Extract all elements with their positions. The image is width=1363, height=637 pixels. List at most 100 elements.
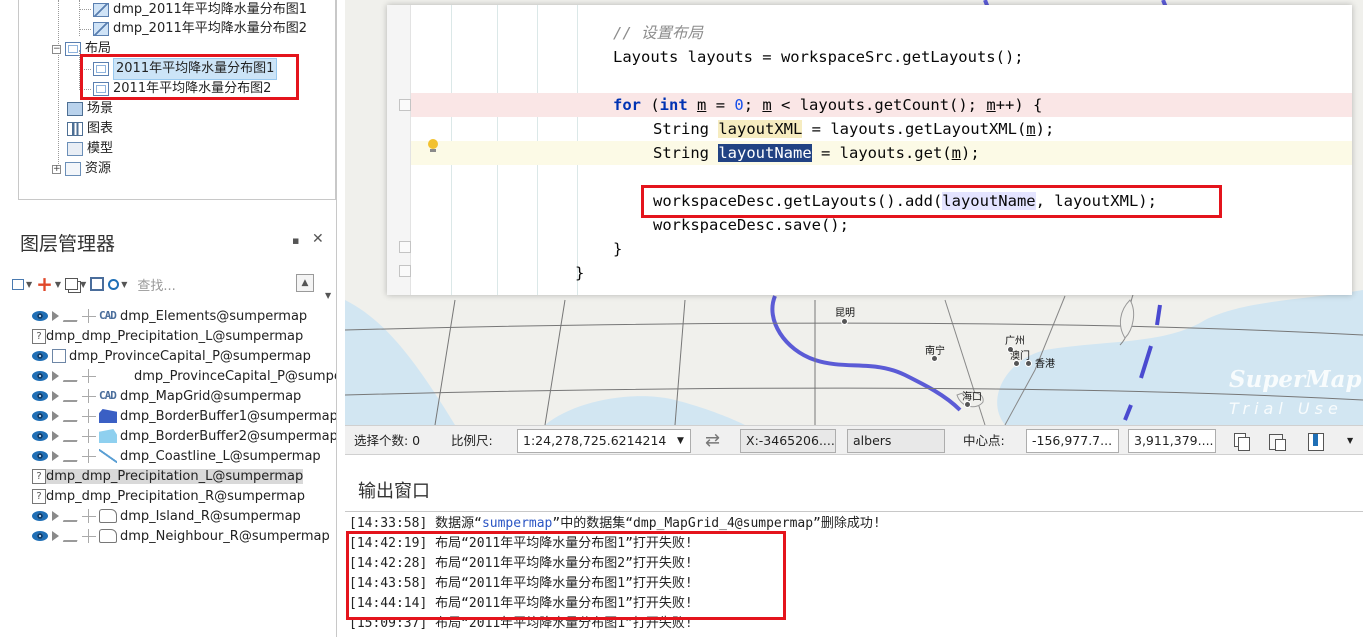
tree-item-layouts-folder[interactable]: − 布局 [52,39,111,59]
expand-icon[interactable]: + [52,164,61,174]
selectable-icon[interactable] [52,371,59,381]
selectable-icon[interactable] [52,451,59,461]
collapse-icon[interactable]: − [52,44,61,54]
tree-item-layout-2[interactable]: 2011年平均降水量分布图2 [93,79,271,99]
layer-row[interactable]: dmp_Coastline_L@sumpermap [32,446,336,466]
layer-row[interactable]: ? dmp_dmp_Precipitation_L@sumpermap [32,326,336,346]
chevron-down-icon[interactable]: ▼ [1347,426,1353,456]
chevron-down-icon: ▼ [121,279,128,289]
layer-search-input[interactable]: 查找... [137,275,227,294]
layer-row[interactable]: dmp_Neighbour_R@sumpermap [32,526,336,546]
visibility-icon[interactable] [32,311,48,321]
tree-item-chart[interactable]: 图表 [67,119,113,139]
group-layer-icon [52,349,66,363]
editable-icon[interactable] [62,410,82,422]
close-icon[interactable]: ✕ [312,231,324,247]
bookmark-icon[interactable] [1305,431,1325,451]
swap-icon[interactable]: ⇄ [705,426,720,456]
layer-row[interactable]: dmp_ProvinceCapital_P@sumpermap [32,366,336,386]
editable-icon[interactable] [62,390,82,402]
editable-icon[interactable] [62,530,82,542]
visibility-icon[interactable] [32,451,48,461]
cad-layer-icon: CAD [99,389,117,402]
selectable-icon[interactable] [52,431,59,441]
center-x-input[interactable]: -156,977.7... [1026,429,1119,453]
editable-icon[interactable] [62,510,82,522]
visibility-icon[interactable] [32,391,48,401]
grid-icon [90,277,105,291]
layer-row[interactable]: CAD dmp_MapGrid@sumpermap [32,386,336,406]
code-line[interactable]: workspaceDesc.getLayouts().add(layoutNam… [411,189,1352,213]
selectable-icon[interactable] [52,391,59,401]
fold-icon[interactable] [399,265,411,277]
tree-item-map[interactable]: dmp_2011年平均降水量分布图2 [93,19,307,39]
tree-guide [58,0,59,170]
copy-icon[interactable] [1231,431,1251,451]
center-y-input[interactable]: 3,911,379.... [1128,429,1216,453]
visibility-icon[interactable] [32,511,48,521]
editor-gutter [387,5,411,295]
code-line[interactable]: String layoutXML = layouts.getLayoutXML(… [411,117,1352,141]
lightbulb-icon[interactable] [427,139,439,153]
unknown-layer-icon: ? [32,488,46,504]
selectable-icon[interactable] [52,511,59,521]
log-line: [15:09:37] 布局“2011年平均降水量分布图1”打开失败! [349,616,693,631]
layer-group-button[interactable]: ▼ [65,272,86,296]
fold-icon[interactable] [399,99,411,111]
plus-icon: + [36,272,53,296]
snap-icon[interactable] [82,309,96,323]
tree-item-resource[interactable]: + 资源 [52,159,111,179]
snap-icon[interactable] [82,409,96,423]
selectable-icon[interactable] [52,411,59,421]
fold-icon[interactable] [399,241,411,253]
point-layer-icon [99,369,131,383]
scale-input[interactable]: 1:24,278,725.6214214 [517,429,691,453]
code-line-current[interactable]: String layoutName = layouts.get(m); [411,141,1352,165]
code-line[interactable]: // 设置布局 [411,21,1352,45]
chevron-down-icon[interactable]: ▼ [677,426,684,456]
layer-row[interactable]: dmp_Island_R@sumpermap [32,506,336,526]
snap-icon[interactable] [82,449,96,463]
code-line-breakpoint[interactable]: for (int m = 0; m < layouts.getCount(); … [411,93,1352,117]
tree-guide [79,89,91,90]
visibility-icon[interactable] [32,351,48,361]
snap-icon[interactable] [82,529,96,543]
paste-icon[interactable] [1267,431,1287,451]
search-button[interactable]: ▼ [108,272,127,296]
visibility-icon[interactable] [32,371,48,381]
code-line[interactable]: } [411,261,1352,285]
layer-row[interactable]: ? dmp_dmp_Precipitation_R@sumpermap [32,486,336,506]
visibility-icon[interactable] [32,531,48,541]
snap-icon[interactable] [82,369,96,383]
selectable-icon[interactable] [52,311,59,321]
visibility-icon[interactable] [32,411,48,421]
move-up-button[interactable]: ▲ [296,274,314,292]
code-line[interactable]: Layouts layouts = workspaceSrc.getLayout… [411,45,1352,69]
snap-icon[interactable] [82,509,96,523]
selectable-icon[interactable] [52,531,59,541]
layer-row[interactable]: CAD dmp_Elements@sumpermap [32,306,336,326]
tree-item-model[interactable]: 模型 [67,139,113,159]
snap-icon[interactable] [82,429,96,443]
pin-icon[interactable]: ▪ [292,234,299,247]
layer-select-button[interactable] [90,272,105,296]
code-line[interactable]: } [411,237,1352,261]
layer-row-selected[interactable]: ? dmp_dmp_Precipitation_L@sumpermap [32,466,336,486]
snap-icon[interactable] [82,389,96,403]
editable-icon[interactable] [62,450,82,462]
new-layer-button[interactable]: ▼ [12,272,32,296]
region-layer-icon [99,509,117,523]
tree-item-map[interactable]: dmp_2011年平均降水量分布图1 [93,0,307,20]
visibility-icon[interactable] [32,431,48,441]
layer-row[interactable]: dmp_BorderBuffer1@sumpermap [32,406,336,426]
toolbar-overflow-icon[interactable]: ▼ [325,291,331,300]
editable-icon[interactable] [62,430,82,442]
tree-item-scene[interactable]: 场景 [67,99,113,119]
tree-item-layout-1[interactable]: 2011年平均降水量分布图1 [93,58,278,80]
editable-icon[interactable] [62,310,82,322]
code-line[interactable]: workspaceDesc.save(); [411,213,1352,237]
layer-row[interactable]: dmp_BorderBuffer2@sumpermap [32,426,336,446]
editable-icon[interactable] [62,370,82,382]
add-layer-button[interactable]: + ▼ [36,272,61,296]
layer-row[interactable]: dmp_ProvinceCapital_P@sumpermap [32,346,336,366]
